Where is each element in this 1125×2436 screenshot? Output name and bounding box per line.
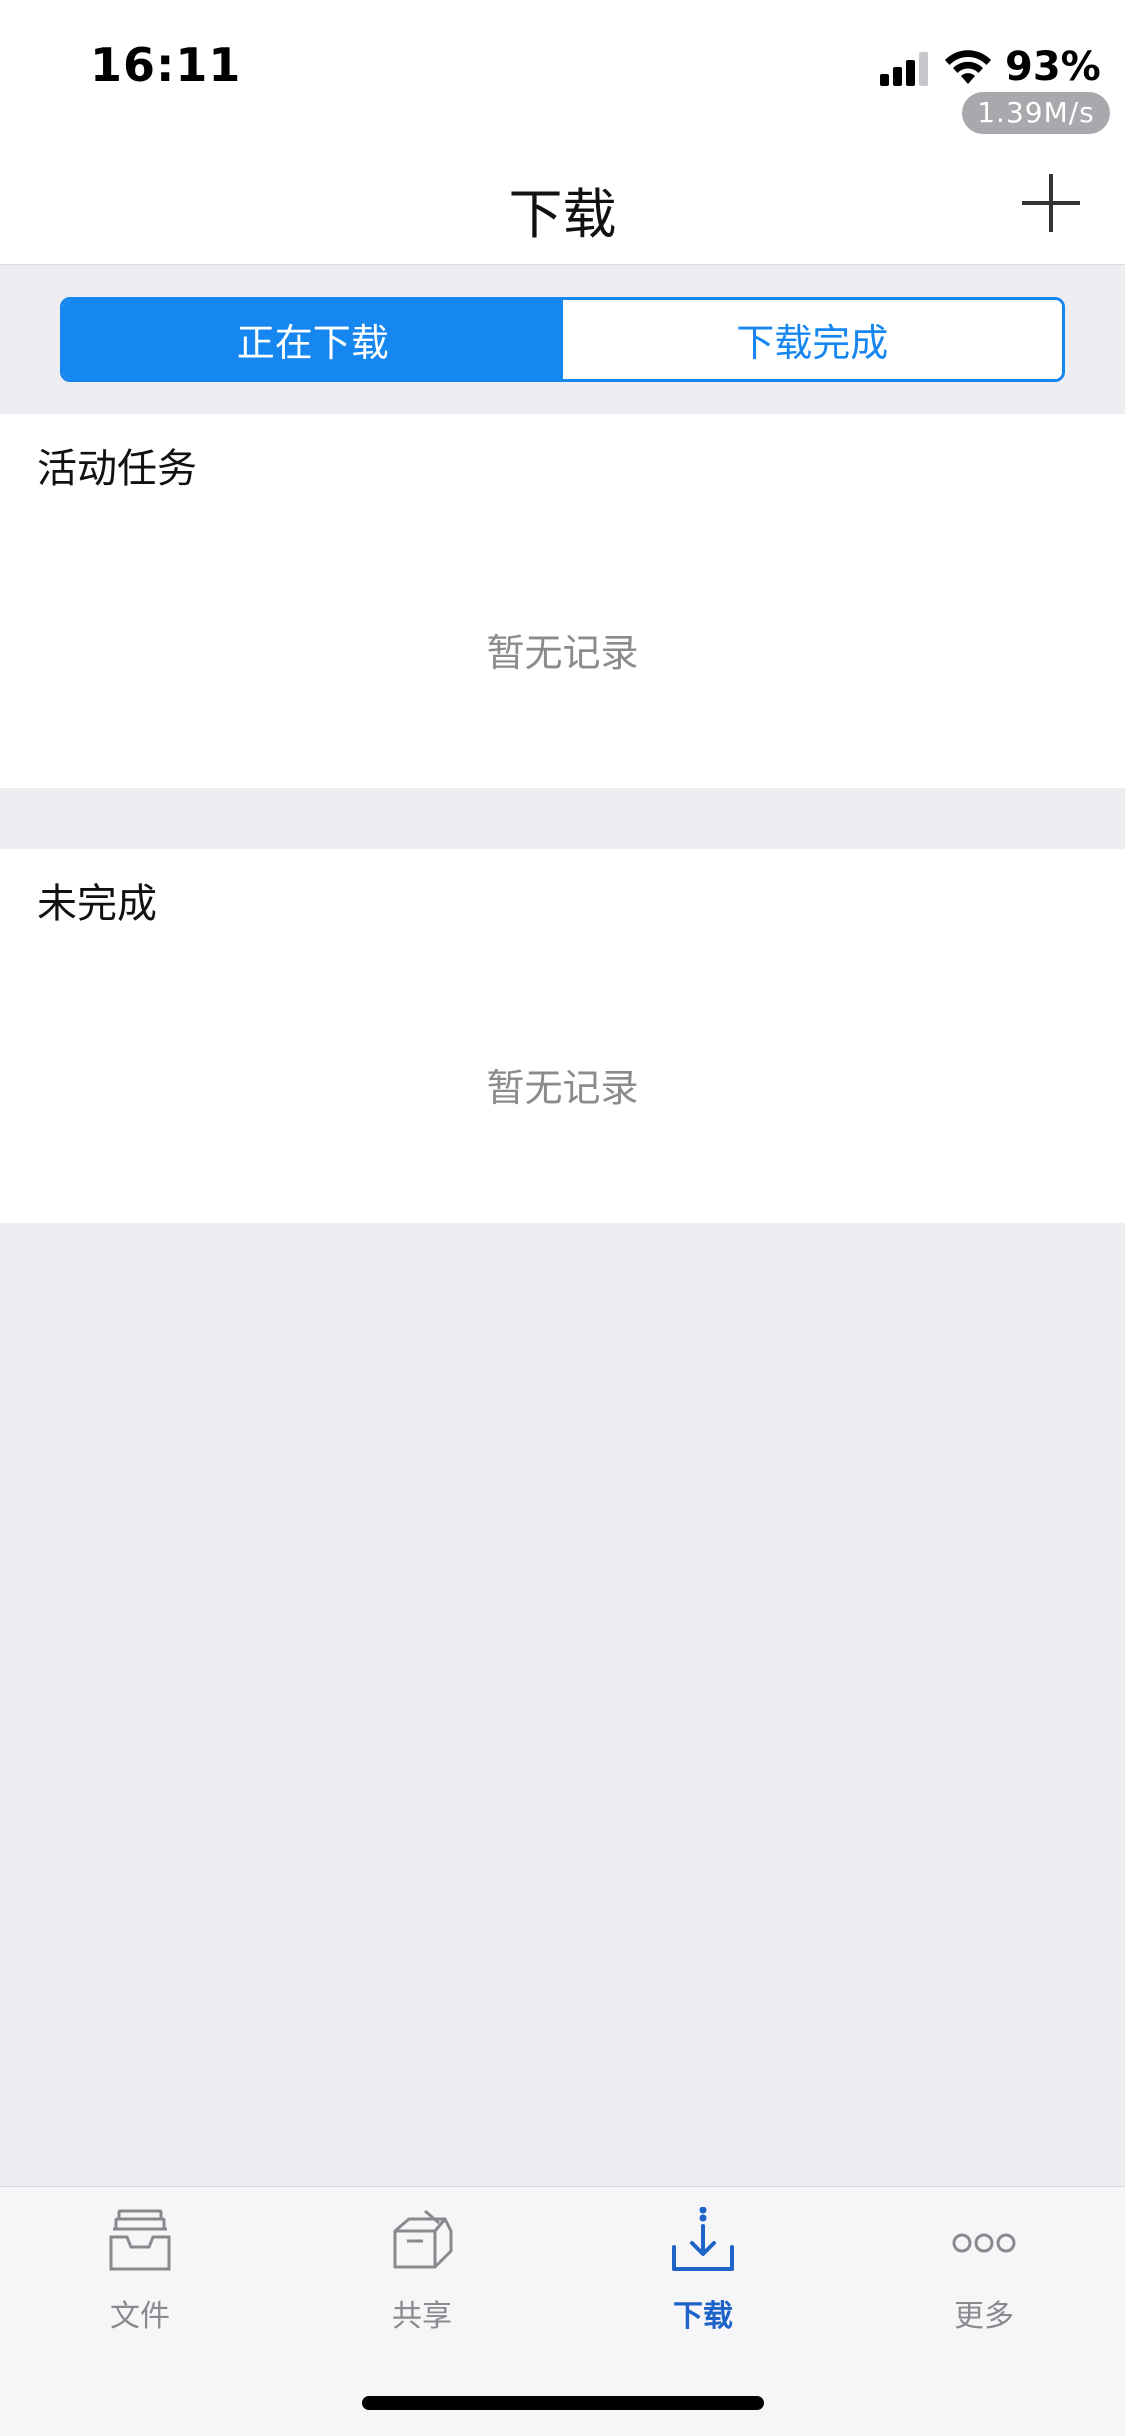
incomplete-section: 未完成 暂无记录 <box>0 849 1125 1223</box>
navigation-bar: 下载 <box>0 140 1125 265</box>
segment-downloading[interactable]: 正在下载 <box>63 300 563 379</box>
download-icon <box>672 2207 734 2271</box>
empty-state-active: 暂无记录 <box>486 631 639 675</box>
segment-area: 正在下载 下载完成 <box>0 266 1125 414</box>
plus-icon[interactable] <box>1018 170 1084 236</box>
page-title: 下载 <box>508 183 617 246</box>
segmented-control: 正在下载 下载完成 <box>60 297 1065 382</box>
empty-state-incomplete: 暂无记录 <box>486 1066 639 1110</box>
tab-label-more: 更多 <box>954 2299 1014 2334</box>
section-title-active: 活动任务 <box>37 446 197 492</box>
status-time: 16:11 <box>90 38 242 92</box>
cellular-signal-icon <box>880 52 932 86</box>
wifi-icon <box>945 50 991 84</box>
tab-label-download: 下载 <box>673 2299 733 2334</box>
active-tasks-section: 活动任务 暂无记录 <box>0 414 1125 788</box>
tab-more[interactable]: 更多 <box>884 2207 1084 2337</box>
tab-label-share: 共享 <box>392 2299 452 2334</box>
tab-download[interactable]: 下载 <box>603 2207 803 2337</box>
battery-percentage: 93% <box>1005 44 1101 90</box>
download-screen: 16:11 93% 1.39M/s 下载 正在下载 下载完成 活动任务 暂无记录 <box>0 0 1125 2436</box>
box-share-icon <box>393 2209 453 2269</box>
network-speed-badge: 1.39M/s <box>962 92 1110 134</box>
home-indicator[interactable] <box>362 2396 764 2410</box>
section-title-incomplete: 未完成 <box>37 881 157 927</box>
segment-completed[interactable]: 下载完成 <box>562 300 1062 379</box>
tab-files[interactable]: 文件 <box>40 2207 240 2337</box>
status-bar: 16:11 93% 1.39M/s <box>0 0 1125 140</box>
tab-label-files: 文件 <box>110 2299 170 2334</box>
tray-icon <box>109 2209 171 2271</box>
more-icon <box>952 2233 1016 2253</box>
tab-share[interactable]: 共享 <box>322 2207 522 2337</box>
